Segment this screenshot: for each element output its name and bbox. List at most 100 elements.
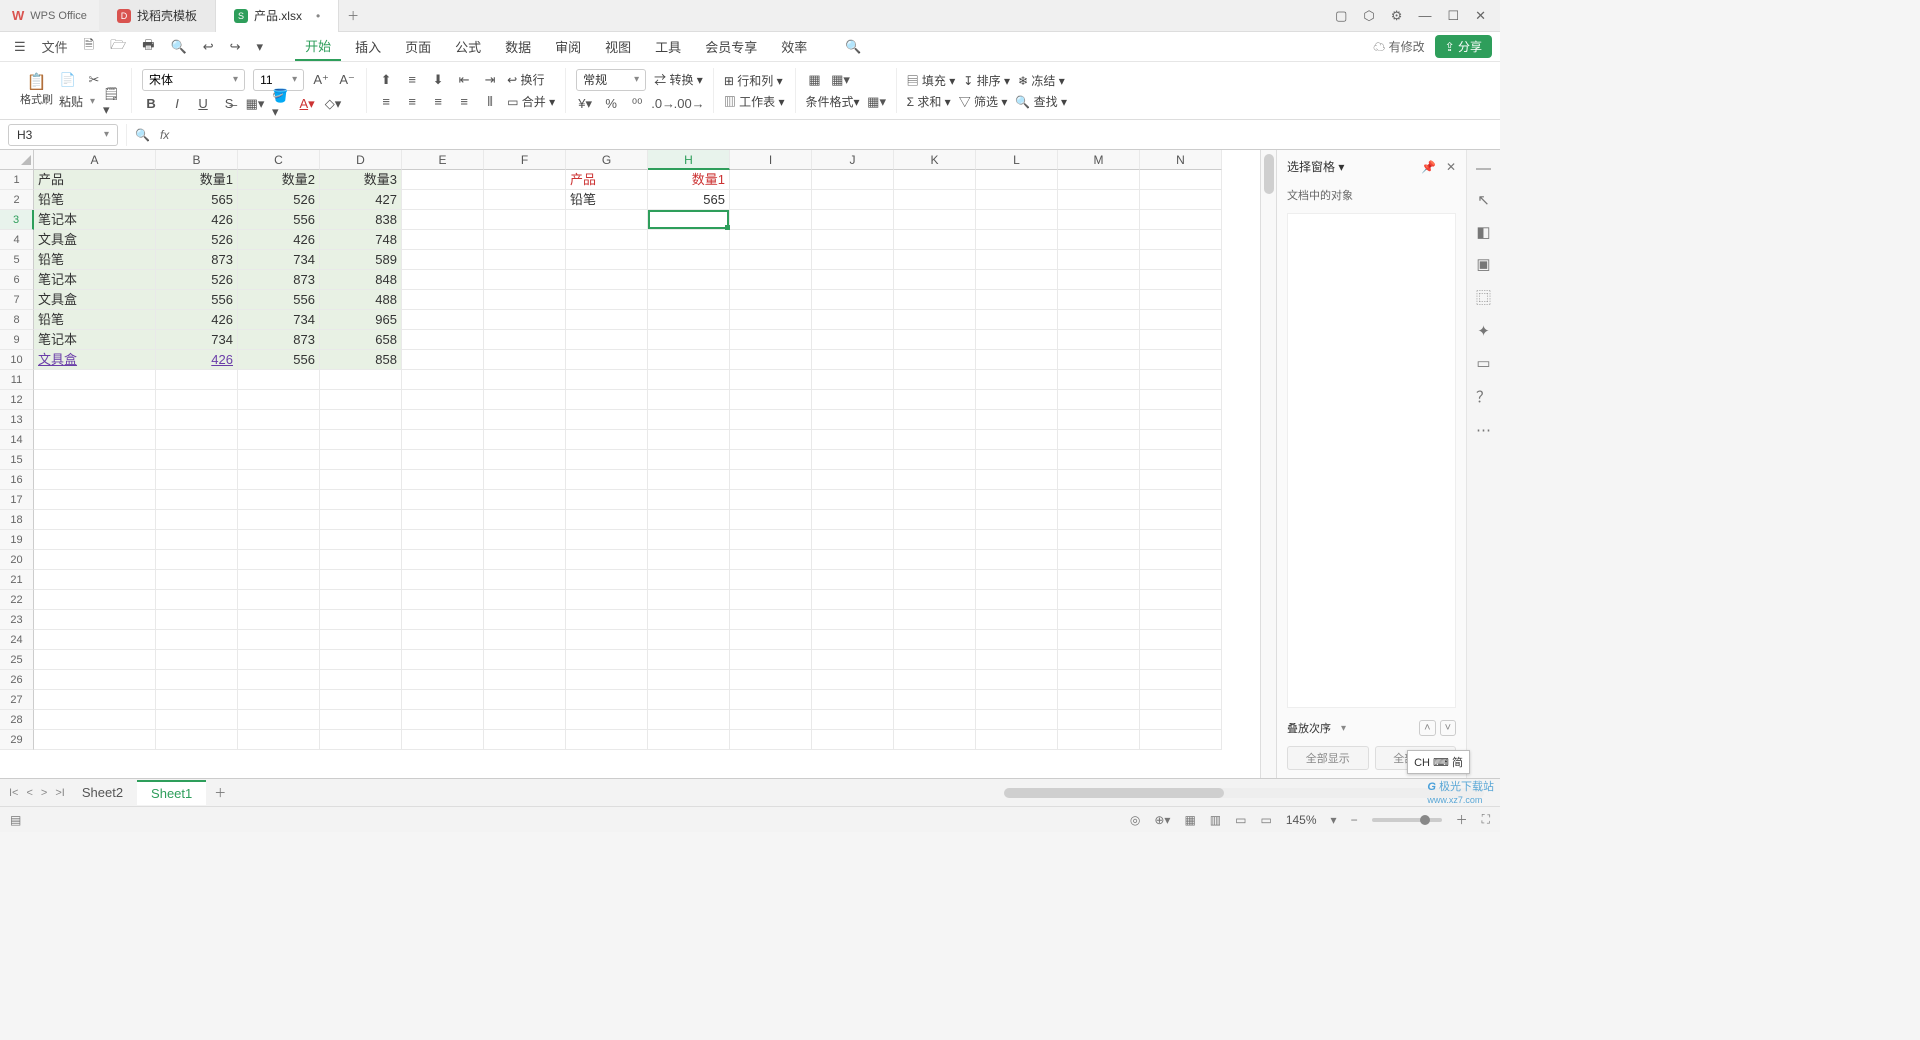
cell-I24[interactable] [730,630,812,650]
cell-J15[interactable] [812,450,894,470]
cell-B22[interactable] [156,590,238,610]
cell-L25[interactable] [976,650,1058,670]
tab-home[interactable]: 开始 [295,32,341,61]
cell-N23[interactable] [1140,610,1222,630]
cell-J18[interactable] [812,510,894,530]
cell-C17[interactable] [238,490,320,510]
cell-H21[interactable] [648,570,730,590]
cell-G10[interactable] [566,350,648,370]
cell-A2[interactable]: 铅笔 [34,190,156,210]
col-header-D[interactable]: D [320,150,402,170]
cell-E29[interactable] [402,730,484,750]
cell-L29[interactable] [976,730,1058,750]
cell-H29[interactable] [648,730,730,750]
cell-N6[interactable] [1140,270,1222,290]
fill-button[interactable]: ▤ 填充 ▾ [907,72,956,89]
row-header-18[interactable]: 18 [0,510,34,530]
cell-H20[interactable] [648,550,730,570]
cell-G17[interactable] [566,490,648,510]
cell-C1[interactable]: 数量2 [238,170,320,190]
cell-N5[interactable] [1140,250,1222,270]
cell-K22[interactable] [894,590,976,610]
cell-H7[interactable] [648,290,730,310]
tab-page[interactable]: 页面 [395,33,441,60]
cell-F19[interactable] [484,530,566,550]
cell-G25[interactable] [566,650,648,670]
cell-E14[interactable] [402,430,484,450]
cell-A6[interactable]: 笔记本 [34,270,156,290]
cell-C11[interactable] [238,370,320,390]
align-mid-icon[interactable]: ≡ [403,71,421,89]
cell-C24[interactable] [238,630,320,650]
cell-F12[interactable] [484,390,566,410]
cell-I5[interactable] [730,250,812,270]
cell-C29[interactable] [238,730,320,750]
cell-C25[interactable] [238,650,320,670]
cell-D12[interactable] [320,390,402,410]
cell-K11[interactable] [894,370,976,390]
file-menu[interactable]: 文件 [36,33,74,60]
tab-insert[interactable]: 插入 [345,33,391,60]
cell-K23[interactable] [894,610,976,630]
row-header-2[interactable]: 2 [0,190,34,210]
cell-K3[interactable] [894,210,976,230]
col-header-F[interactable]: F [484,150,566,170]
cell-B1[interactable]: 数量1 [156,170,238,190]
cell-H24[interactable] [648,630,730,650]
row-header-27[interactable]: 27 [0,690,34,710]
cell-L12[interactable] [976,390,1058,410]
cell-J14[interactable] [812,430,894,450]
cell-B16[interactable] [156,470,238,490]
cell-G19[interactable] [566,530,648,550]
add-sheet-button[interactable]: ＋ [206,780,234,805]
cell-K12[interactable] [894,390,976,410]
cell-L23[interactable] [976,610,1058,630]
cell-D11[interactable] [320,370,402,390]
cell-A13[interactable] [34,410,156,430]
col-header-M[interactable]: M [1058,150,1140,170]
cell-I8[interactable] [730,310,812,330]
cell-H1[interactable]: 数量1 [648,170,730,190]
sheet-nav-next[interactable]: > [38,785,50,801]
cell-K1[interactable] [894,170,976,190]
cell-G2[interactable]: 铅笔 [566,190,648,210]
cell-H25[interactable] [648,650,730,670]
fullscreen-icon[interactable]: ⛶ [1482,812,1490,827]
cell-A8[interactable]: 铅笔 [34,310,156,330]
cell-I16[interactable] [730,470,812,490]
cell-G24[interactable] [566,630,648,650]
font-name-input[interactable]: ▾ [142,69,245,91]
col-header-B[interactable]: B [156,150,238,170]
cell-A26[interactable] [34,670,156,690]
row-header-14[interactable]: 14 [0,430,34,450]
cell-F29[interactable] [484,730,566,750]
row-header-29[interactable]: 29 [0,730,34,750]
cell-D29[interactable] [320,730,402,750]
cell-J4[interactable] [812,230,894,250]
cell-M12[interactable] [1058,390,1140,410]
cell-E26[interactable] [402,670,484,690]
cell-G23[interactable] [566,610,648,630]
cell-N3[interactable] [1140,210,1222,230]
qat-more-icon[interactable]: ▾ [251,35,270,59]
cell-N1[interactable] [1140,170,1222,190]
cell-D18[interactable] [320,510,402,530]
cell-C15[interactable] [238,450,320,470]
cell-K13[interactable] [894,410,976,430]
cell-M22[interactable] [1058,590,1140,610]
cell-C4[interactable]: 426 [238,230,320,250]
comma-icon[interactable]: ⁰⁰ [628,95,646,113]
cell-A4[interactable]: 文具盒 [34,230,156,250]
col-header-J[interactable]: J [812,150,894,170]
cell-I6[interactable] [730,270,812,290]
search-icon[interactable]: 🔍 [839,35,867,59]
cell-J29[interactable] [812,730,894,750]
cell-M24[interactable] [1058,630,1140,650]
cell-B26[interactable] [156,670,238,690]
cell-F13[interactable] [484,410,566,430]
cell-B17[interactable] [156,490,238,510]
cell-F3[interactable] [484,210,566,230]
cell-H10[interactable] [648,350,730,370]
orientation-icon[interactable]: ⫴ [481,93,499,111]
cell-B4[interactable]: 526 [156,230,238,250]
